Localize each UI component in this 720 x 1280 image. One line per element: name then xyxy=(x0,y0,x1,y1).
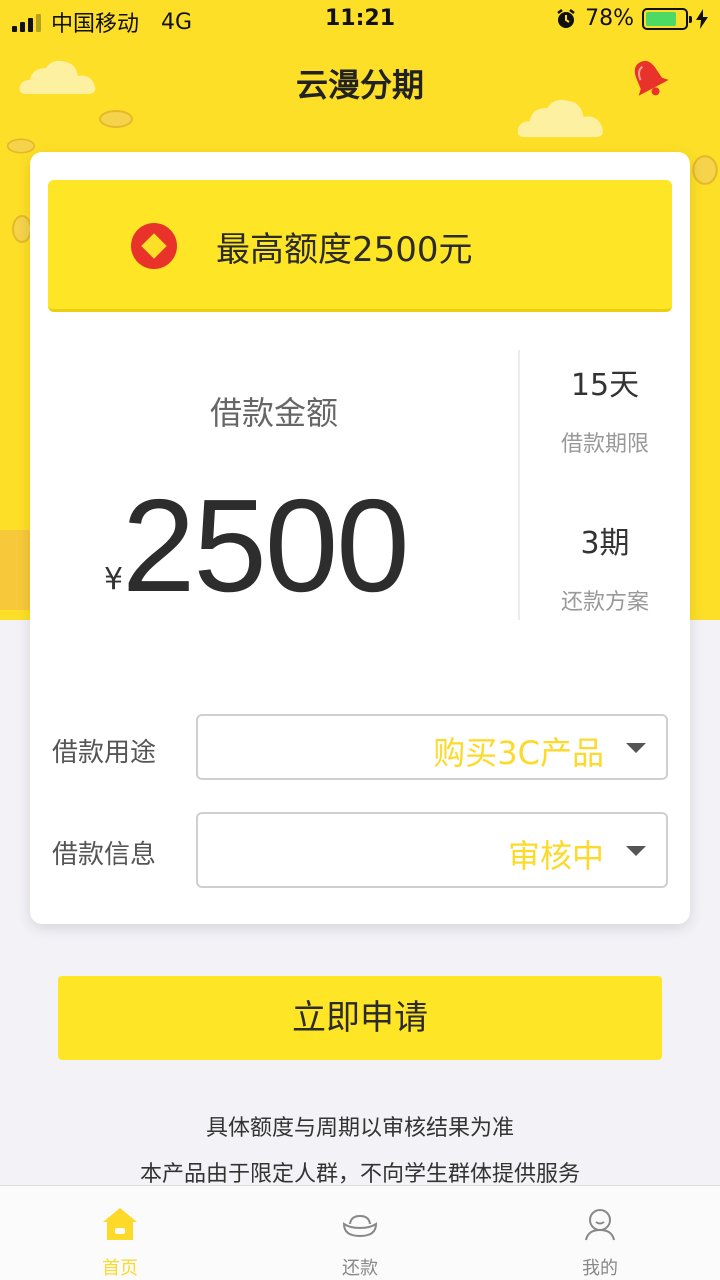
purpose-label: 借款用途 xyxy=(52,738,157,768)
tab-home[interactable]: 首页 xyxy=(0,1186,240,1280)
chevron-down-icon xyxy=(626,846,646,856)
tab-profile[interactable]: 我的 xyxy=(480,1186,720,1280)
coin-icon xyxy=(99,110,133,128)
apply-button[interactable]: 立即申请 xyxy=(58,976,662,1060)
battery-percent: 78% xyxy=(585,6,634,31)
info-value: 审核中 xyxy=(507,837,604,875)
plan-label: 还款方案 xyxy=(560,590,649,615)
info-select[interactable]: 审核中 xyxy=(196,812,668,888)
bell-icon[interactable] xyxy=(626,56,672,102)
alarm-icon xyxy=(557,8,575,28)
ingot-icon xyxy=(342,1214,378,1238)
tab-label: 我的 xyxy=(582,1258,618,1279)
tab-label: 还款 xyxy=(342,1258,378,1279)
building-silhouette xyxy=(0,530,30,610)
tab-label: 首页 xyxy=(102,1258,138,1279)
note-text: 本产品由于限定人群，不向学生群体提供服务 xyxy=(139,1162,580,1187)
status-bar: 中国移动 4G 11:21 78% xyxy=(0,0,720,40)
page-title: 云漫分期 xyxy=(295,66,424,104)
home-icon xyxy=(103,1208,137,1240)
info-label: 借款信息 xyxy=(52,840,157,870)
tab-bar: 首页 还款 我的 xyxy=(0,1185,720,1280)
chevron-down-icon xyxy=(626,743,646,753)
loan-card: 最高额度2500元 借款金额 ¥ 2500 15天 借款期限 3期 还款方案 借… xyxy=(30,152,690,924)
battery-fill xyxy=(646,11,676,26)
battery-icon xyxy=(642,7,692,30)
amount-label: 借款金额 xyxy=(209,394,338,432)
profile-icon xyxy=(585,1209,615,1241)
quota-banner: 最高额度2500元 xyxy=(48,180,672,312)
diamond-badge-icon xyxy=(131,223,177,269)
term-value[interactable]: 15天 xyxy=(520,360,690,404)
note-text: 具体额度与周期以审核结果为准 xyxy=(205,1116,514,1141)
plan-value[interactable]: 3期 xyxy=(520,518,690,562)
coin-icon xyxy=(692,155,718,185)
charging-icon xyxy=(696,8,708,29)
purpose-select[interactable]: 购买3C产品 xyxy=(196,714,668,780)
currency-symbol: ¥ xyxy=(104,562,124,597)
tab-repay[interactable]: 还款 xyxy=(240,1186,480,1280)
purpose-value: 购买3C产品 xyxy=(433,734,604,772)
term-label: 借款期限 xyxy=(560,432,649,457)
loan-amount[interactable]: 2500 xyxy=(122,470,410,621)
coin-icon xyxy=(6,138,36,154)
quota-text: 最高额度2500元 xyxy=(216,230,473,270)
